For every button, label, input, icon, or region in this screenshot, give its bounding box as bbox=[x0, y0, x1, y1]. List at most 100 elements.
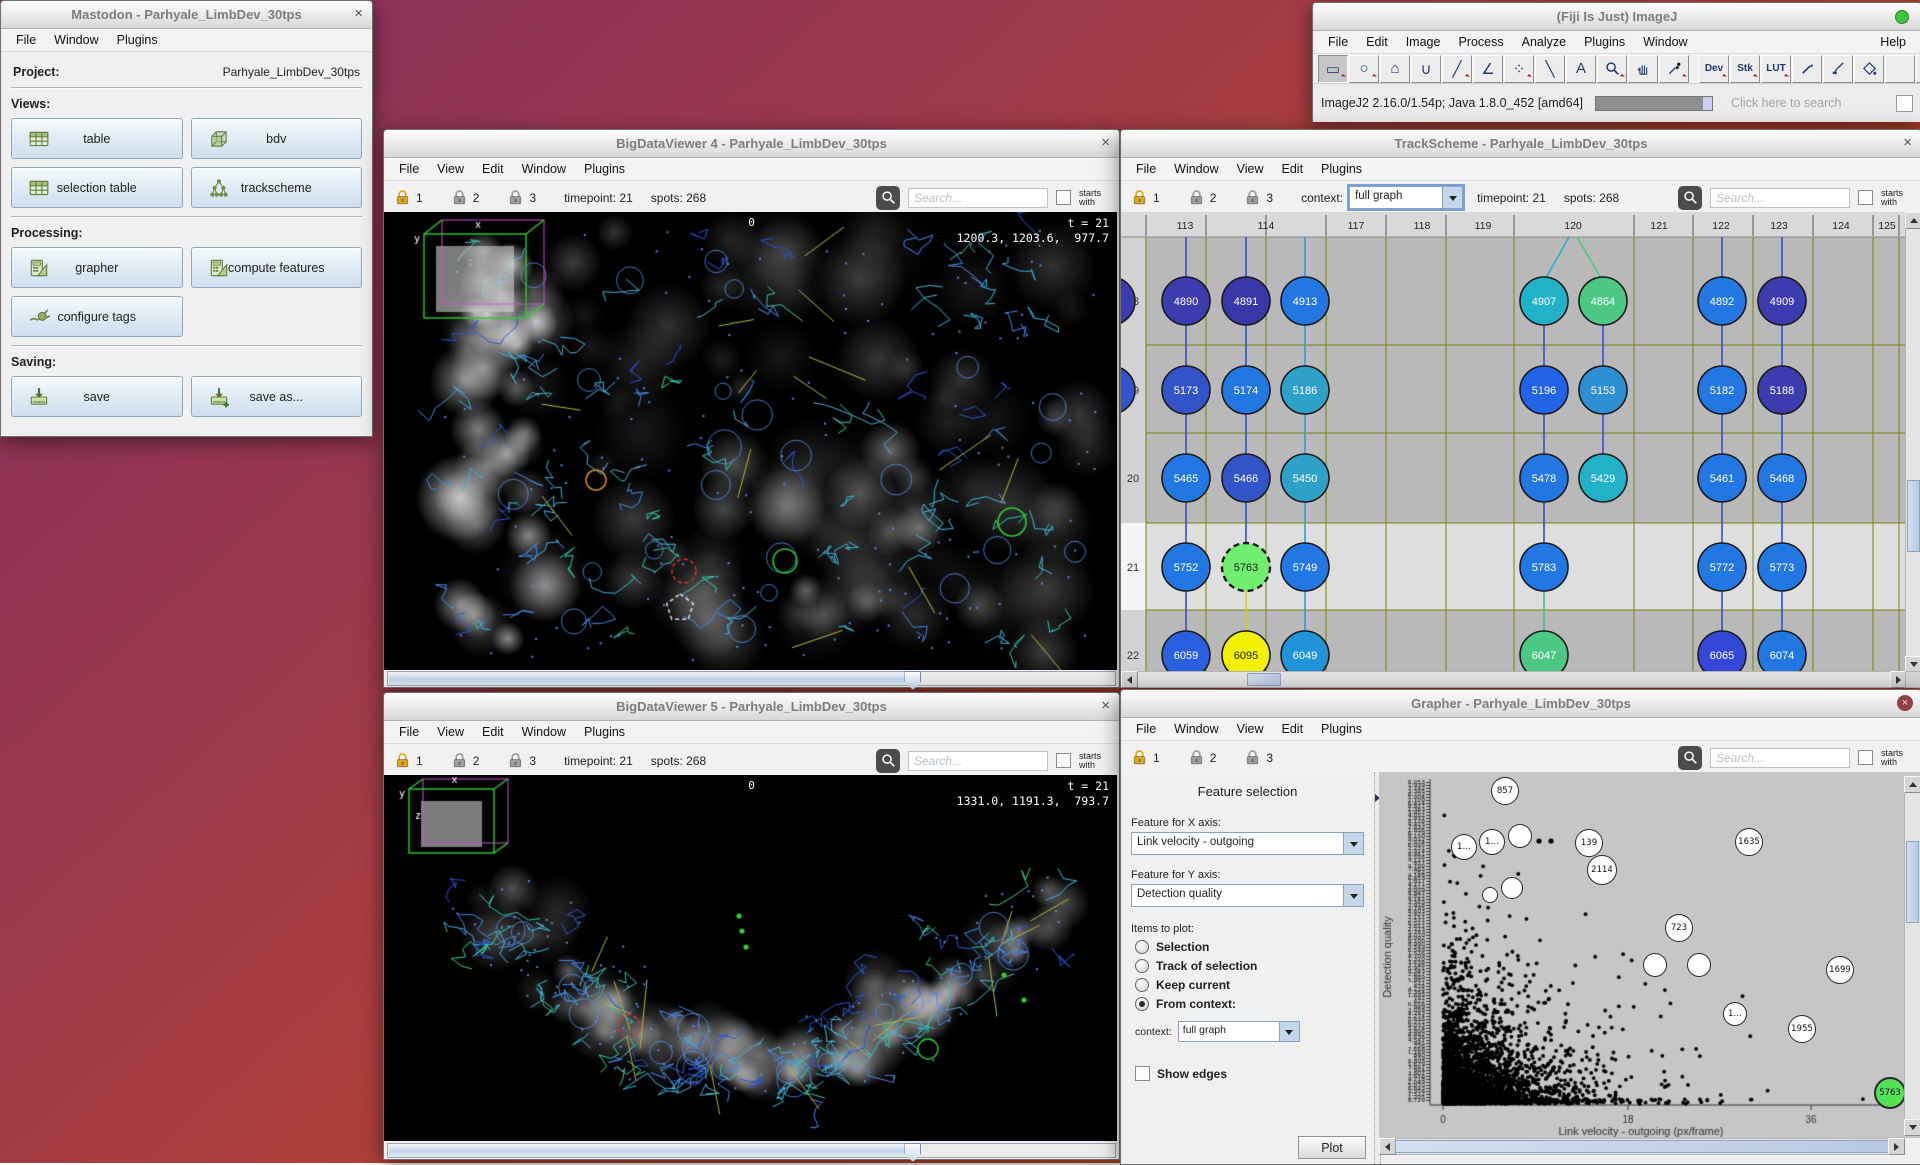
plot-annotation[interactable] bbox=[1687, 953, 1711, 977]
menu-item[interactable]: File bbox=[1127, 720, 1165, 738]
scroll-up-icon[interactable] bbox=[1905, 212, 1920, 229]
configure-tags-button[interactable]: configure tags bbox=[11, 296, 183, 337]
table-button[interactable]: table bbox=[11, 118, 183, 159]
radio-keep-current[interactable]: Keep current bbox=[1135, 978, 1360, 992]
hand-tool[interactable] bbox=[1628, 55, 1658, 83]
menu-item[interactable]: Analyze bbox=[1513, 33, 1575, 51]
bdv4-title-bar[interactable]: BigDataViewer 4 - Parhyale_LimbDev_30tps… bbox=[384, 130, 1119, 158]
brush-tool[interactable] bbox=[1823, 55, 1853, 83]
plot-button[interactable]: Plot bbox=[1298, 1136, 1366, 1159]
starts-with-checkbox[interactable] bbox=[1858, 190, 1873, 205]
show-edges-checkbox[interactable] bbox=[1135, 1066, 1150, 1081]
menu-item[interactable]: Image bbox=[1397, 33, 1450, 51]
menu-item[interactable]: Plugins bbox=[1312, 160, 1371, 178]
grapher-title-bar[interactable]: Grapher - Parhyale_LimbDev_30tps × bbox=[1121, 690, 1920, 718]
menu-item[interactable]: Window bbox=[513, 160, 575, 178]
trackscheme-button[interactable]: trackscheme bbox=[191, 167, 363, 208]
plot-annotation[interactable] bbox=[1643, 953, 1667, 977]
imagej-title-bar[interactable]: (Fiji Is Just) ImageJ bbox=[1313, 3, 1920, 31]
lock-group-2[interactable]: 2 bbox=[451, 752, 480, 769]
close-icon[interactable]: × bbox=[354, 6, 363, 21]
vertical-scrollbar[interactable] bbox=[1905, 212, 1920, 673]
plot-annotation-2114[interactable]: 2114 bbox=[1587, 855, 1617, 885]
menu-item[interactable]: File bbox=[1319, 33, 1357, 51]
time-slider[interactable] bbox=[387, 671, 1116, 686]
search-input[interactable] bbox=[1710, 188, 1850, 208]
plot-annotation-1699[interactable]: 1699 bbox=[1826, 956, 1854, 984]
close-icon[interactable]: × bbox=[1897, 695, 1913, 711]
lock-group-3[interactable]: 3 bbox=[1244, 749, 1273, 766]
scrollbar-thumb[interactable] bbox=[1907, 480, 1920, 552]
lock-group-1[interactable]: 1 bbox=[1131, 189, 1160, 206]
menu-item[interactable]: Edit bbox=[473, 723, 513, 741]
oval-tool[interactable]: ○ bbox=[1349, 55, 1379, 83]
search-icon[interactable] bbox=[876, 749, 900, 773]
menu-item[interactable]: Window bbox=[1634, 33, 1696, 51]
dev-tool[interactable]: Dev bbox=[1699, 55, 1729, 83]
lock-group-2[interactable]: 2 bbox=[451, 189, 480, 206]
menu-item[interactable]: Plugins bbox=[575, 160, 634, 178]
plot-annotation-723[interactable]: 723 bbox=[1665, 914, 1693, 942]
menu-item[interactable]: File bbox=[1127, 160, 1165, 178]
close-icon[interactable]: × bbox=[1101, 698, 1110, 713]
show-edges-checkbox-row[interactable]: Show edges bbox=[1135, 1066, 1360, 1081]
bdv4-viewer-canvas[interactable] bbox=[384, 212, 1117, 670]
menu-item[interactable]: Plugins bbox=[1312, 720, 1371, 738]
y-feature-dropdown[interactable]: Detection quality bbox=[1131, 884, 1364, 907]
starts-with-checkbox[interactable] bbox=[1056, 190, 1071, 205]
menu-item[interactable]: File bbox=[390, 160, 428, 178]
text-tool[interactable]: A bbox=[1566, 55, 1596, 83]
close-icon[interactable]: × bbox=[1903, 135, 1912, 150]
starts-with-checkbox[interactable] bbox=[1056, 753, 1071, 768]
menu-item[interactable]: View bbox=[428, 160, 473, 178]
freehand-tool[interactable]: ∪ bbox=[1411, 55, 1441, 83]
dropper-tool[interactable] bbox=[1659, 55, 1689, 83]
save-as-button[interactable]: save as... bbox=[191, 376, 363, 417]
fill-tool[interactable] bbox=[1854, 55, 1884, 83]
line-tool[interactable]: ╱ bbox=[1442, 55, 1472, 83]
trackscheme-title-bar[interactable]: TrackScheme - Parhyale_LimbDev_30tps × bbox=[1121, 130, 1920, 158]
plot-annotation-1[interactable]: 1… bbox=[1451, 834, 1477, 860]
lock-group-1[interactable]: 1 bbox=[394, 752, 423, 769]
scroll-up-icon[interactable] bbox=[1904, 776, 1920, 793]
time-slider-handle[interactable] bbox=[904, 671, 921, 690]
scroll-right-icon[interactable] bbox=[1888, 1138, 1905, 1155]
lock-group-3[interactable]: 3 bbox=[507, 752, 536, 769]
menu-item[interactable]: Edit bbox=[1273, 160, 1313, 178]
compute-features-button[interactable]: compute features bbox=[191, 247, 363, 288]
trackscheme-graph[interactable]: 1131141171181191201211221231241251819202… bbox=[1121, 212, 1906, 671]
horizontal-scrollbar[interactable] bbox=[1379, 1138, 1905, 1155]
plot-annotation-1635[interactable]: 1635 bbox=[1735, 828, 1763, 856]
menu-item[interactable]: Window bbox=[45, 31, 107, 49]
scrollbar-thumb[interactable] bbox=[1906, 841, 1919, 923]
menu-item[interactable]: Help bbox=[1871, 33, 1915, 51]
menu-item[interactable]: Window bbox=[513, 723, 575, 741]
pencil-tool[interactable] bbox=[1792, 55, 1822, 83]
vertical-scrollbar[interactable] bbox=[1904, 776, 1920, 1136]
plot-annotation-139[interactable]: 139 bbox=[1575, 829, 1603, 857]
context-dropdown[interactable]: full graph bbox=[1349, 186, 1463, 209]
plot-annotation-5763[interactable]: 5763 bbox=[1874, 1077, 1906, 1109]
plot-annotation[interactable] bbox=[1501, 877, 1523, 899]
lock-group-2[interactable]: 2 bbox=[1188, 189, 1217, 206]
search-input[interactable] bbox=[908, 751, 1048, 771]
angle-tool[interactable]: ∠ bbox=[1473, 55, 1503, 83]
lock-group-3[interactable]: 3 bbox=[1244, 189, 1273, 206]
menu-item[interactable]: File bbox=[390, 723, 428, 741]
lock-group-1[interactable]: 1 bbox=[1131, 749, 1160, 766]
maximize-icon[interactable] bbox=[1895, 10, 1909, 24]
bdv-button[interactable]: bdv bbox=[191, 118, 363, 159]
menu-item[interactable]: Plugins bbox=[1575, 33, 1634, 51]
x-feature-dropdown[interactable]: Link velocity - outgoing bbox=[1131, 832, 1364, 855]
search-icon[interactable] bbox=[876, 186, 900, 210]
menu-item[interactable]: Edit bbox=[1273, 720, 1313, 738]
plot-annotation-1[interactable]: 1… bbox=[1723, 1002, 1747, 1026]
scrollbar-thumb[interactable] bbox=[1247, 673, 1281, 686]
plot-annotation-1[interactable]: 1… bbox=[1479, 829, 1505, 855]
radio-from-context[interactable]: From context: bbox=[1135, 997, 1360, 1011]
point-tool[interactable]: ⁘ bbox=[1504, 55, 1534, 83]
lock-group-2[interactable]: 2 bbox=[1188, 749, 1217, 766]
bdv5-viewer-canvas[interactable] bbox=[384, 775, 1117, 1141]
stack-tool[interactable]: Stk bbox=[1730, 55, 1760, 83]
menu-item[interactable]: Edit bbox=[473, 160, 513, 178]
